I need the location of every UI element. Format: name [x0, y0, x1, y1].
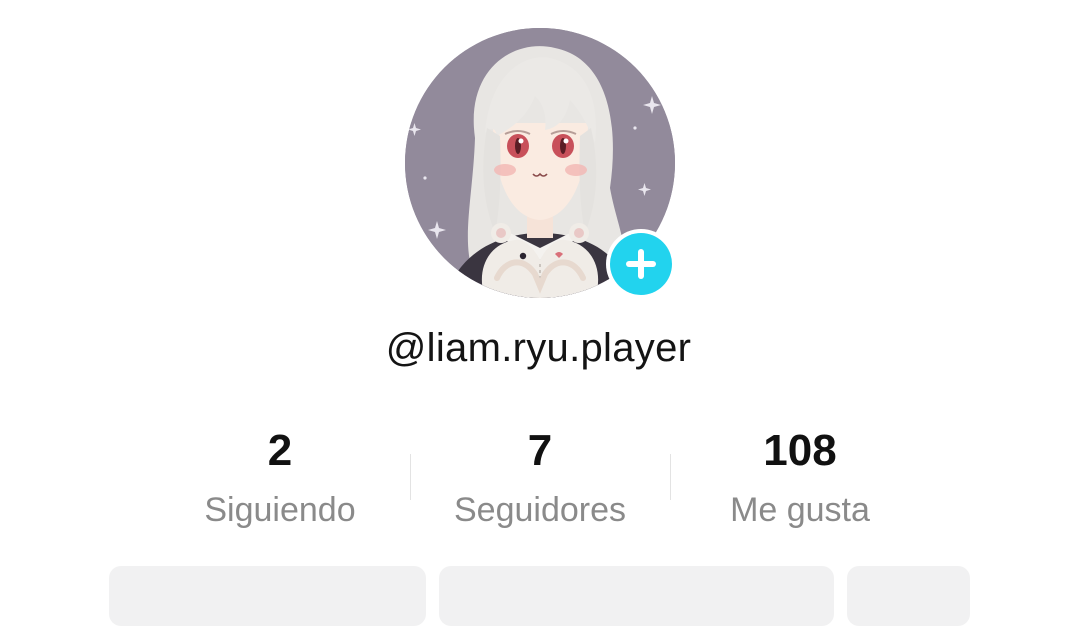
stat-likes[interactable]: 108 Me gusta [670, 420, 930, 538]
following-count: 2 [267, 426, 293, 475]
username: @liam.ryu.player [385, 326, 692, 370]
edit-profile-button[interactable] [109, 566, 426, 626]
profile-avatar-container [405, 28, 676, 299]
plus-icon [626, 249, 656, 279]
likes-label: Me gusta [730, 491, 870, 529]
profile-stats: 2 Siguiendo 7 Seguidores 108 Me gusta [150, 420, 930, 540]
followers-label: Seguidores [453, 491, 626, 529]
add-friends-button[interactable] [847, 566, 970, 626]
share-profile-button[interactable] [439, 566, 834, 626]
add-avatar-button[interactable] [606, 229, 676, 299]
plus-icon-circle [610, 233, 672, 295]
following-label: Siguiendo [204, 491, 356, 529]
followers-count: 7 [527, 426, 553, 475]
stat-following[interactable]: 2 Siguiendo [150, 420, 410, 538]
likes-count: 108 [763, 426, 837, 475]
stat-followers[interactable]: 7 Seguidores [410, 420, 670, 538]
